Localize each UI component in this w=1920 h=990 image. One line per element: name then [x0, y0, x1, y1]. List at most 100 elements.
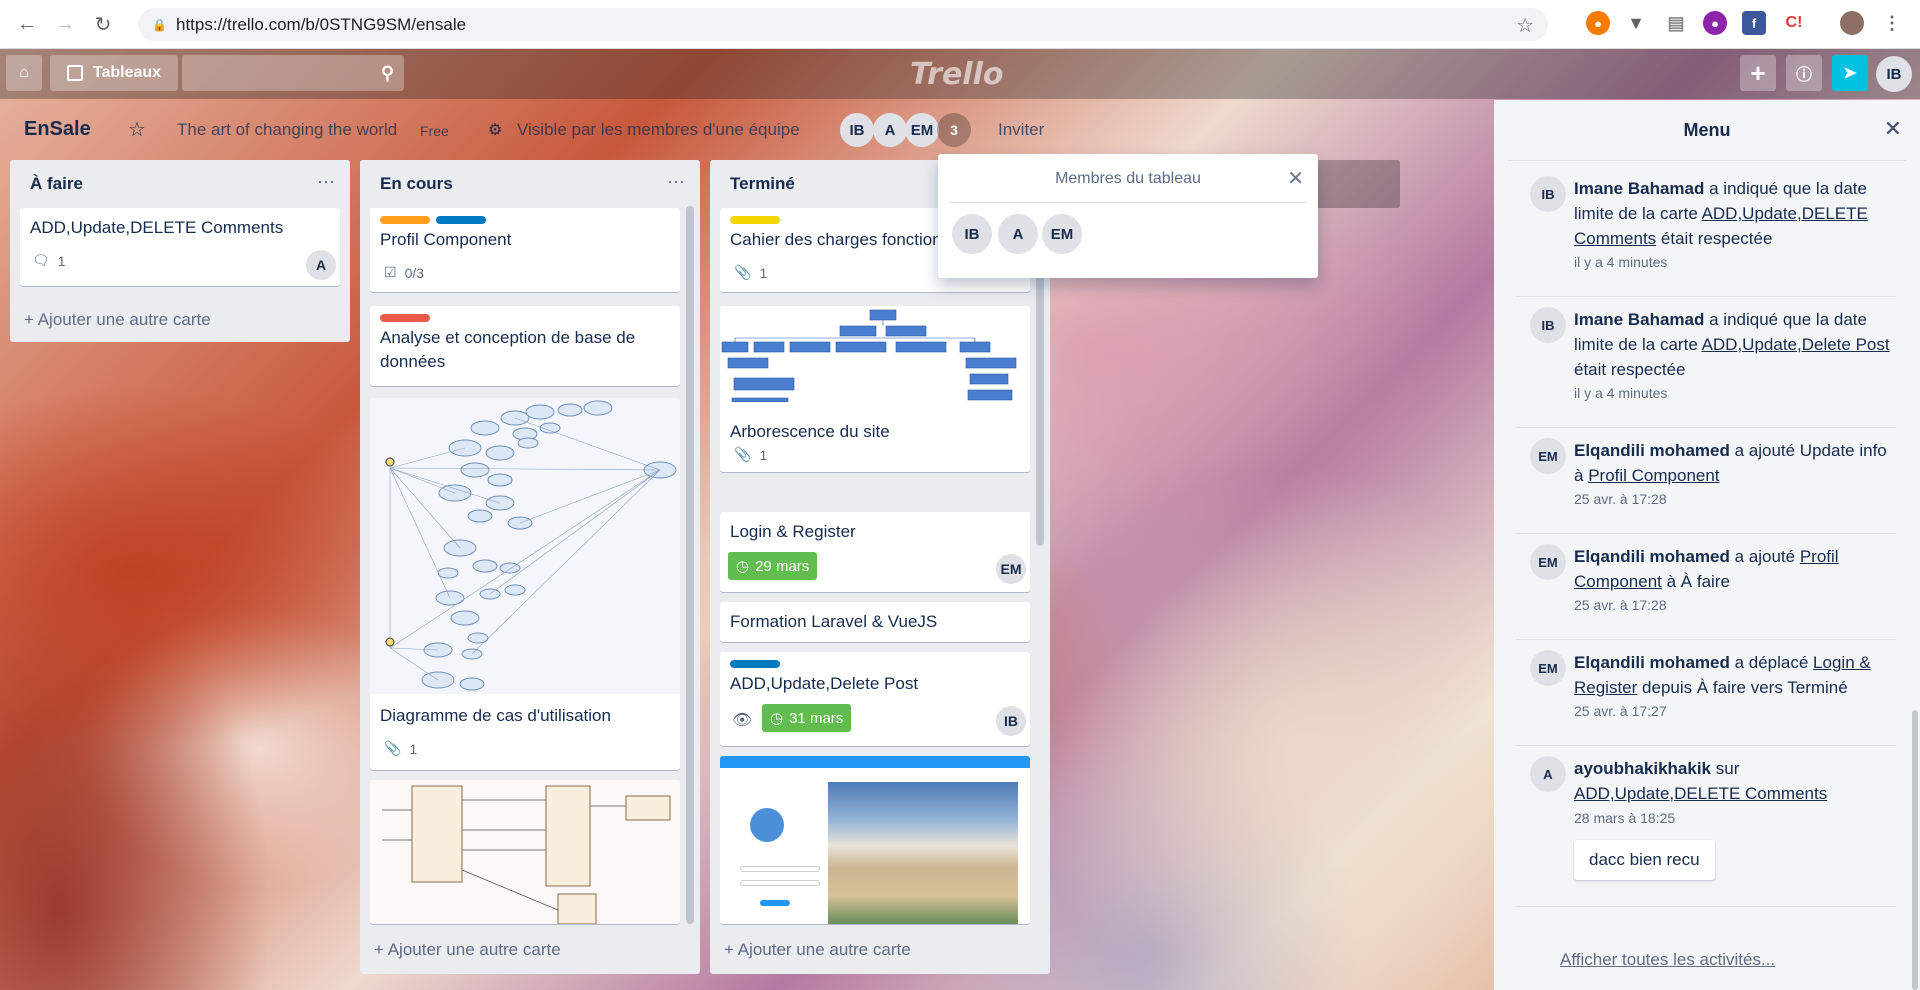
forward-icon[interactable]: → [50, 9, 80, 39]
card-cover-image [370, 398, 680, 694]
activity-action: a ajouté [1729, 547, 1800, 566]
board-title[interactable]: EnSale [24, 118, 91, 141]
card-title: Login & Register [730, 522, 856, 541]
close-menu-icon[interactable]: ✕ [1884, 116, 1902, 142]
ext-avatar-icon[interactable] [1840, 11, 1864, 35]
popover-divider [950, 202, 1306, 203]
card-title: ADD,Update,Delete Post [730, 674, 919, 693]
list-menu-icon[interactable]: ⋯ [317, 172, 336, 193]
activity-time[interactable]: il y a 4 minutes [1574, 254, 1667, 270]
ext-vpn-icon[interactable]: ▼ [1624, 11, 1648, 35]
ext-purple-icon[interactable]: ● [1703, 11, 1727, 35]
back-icon[interactable]: ← [12, 9, 42, 39]
card-title: Cahier des charges fonctionnel [730, 230, 965, 249]
attachments-count: 1 [759, 446, 768, 463]
card-title: Formation Laravel & VueJS [730, 612, 938, 631]
header-search-input[interactable]: ⚲ [182, 55, 404, 91]
member-avatar-ib[interactable]: IB [840, 113, 874, 147]
more-members-count[interactable]: 3 [937, 113, 971, 147]
popover-member-ib[interactable]: IB [952, 214, 992, 254]
activity-avatar[interactable]: IB [1530, 176, 1566, 212]
card[interactable]: Diagramme de cas d'utilisation 📎 1 [370, 398, 680, 770]
comments-count: 1 [57, 252, 66, 269]
checklist-badge: ☑ 0/3 [384, 264, 424, 281]
activity-card-link[interactable]: Profil Component [1588, 466, 1719, 485]
user-avatar[interactable]: IB [1876, 56, 1912, 92]
card[interactable]: Profil Component ☑ 0/3 [370, 208, 680, 292]
notifications-button[interactable]: ➤ [1832, 55, 1868, 91]
popover-member-a[interactable]: A [998, 214, 1038, 254]
activity-time[interactable]: 25 avr. à 17:27 [1574, 703, 1667, 719]
star-board-icon[interactable]: ☆ [128, 117, 146, 142]
url-text: https://trello.com/b/0STNG9SM/ensale [176, 14, 467, 34]
card-member-avatar[interactable]: EM [996, 554, 1026, 584]
card[interactable]: Analyse et conception de base de données [370, 306, 680, 386]
visibility-label[interactable]: Visible par les membres d'une équipe [517, 120, 800, 140]
activity-user[interactable]: ayoubhakikhakik [1574, 759, 1711, 778]
activity-avatar[interactable]: EM [1530, 438, 1566, 474]
bookmark-star-icon[interactable]: ☆ [1516, 13, 1534, 38]
popover-member-em[interactable]: EM [1042, 214, 1082, 254]
card[interactable]: Formation Laravel & VueJS [720, 602, 1030, 642]
card-title: Analyse et conception de base de données [380, 328, 636, 371]
activity-card-link[interactable]: ADD,Update,Delete Post [1702, 335, 1890, 354]
invite-button[interactable]: Inviter [998, 120, 1044, 140]
team-name[interactable]: The art of changing the world [177, 120, 397, 140]
show-all-activity-link[interactable]: Afficher toutes les activités... [1560, 950, 1775, 970]
add-card-button[interactable]: + Ajouter une autre carte [24, 310, 211, 330]
activity-separator [1516, 427, 1896, 428]
activity-time[interactable]: 25 avr. à 17:28 [1574, 597, 1667, 613]
list-title[interactable]: Terminé [730, 174, 795, 194]
card-title: Profil Component [380, 230, 512, 249]
list-title[interactable]: En cours [380, 174, 453, 194]
ext-red-icon[interactable]: C! [1782, 11, 1806, 35]
activity-time[interactable]: 25 avr. à 17:28 [1574, 491, 1667, 507]
activity-action-end: à À faire [1661, 572, 1730, 591]
mock-button [760, 900, 790, 906]
boards-button[interactable]: Tableaux [50, 55, 178, 91]
search-icon: ⚲ [380, 62, 394, 83]
card[interactable]: ADD,Update,DELETE Comments 🗨 1 A [20, 208, 340, 286]
activity-item: EM Elqandili mohamed a ajouté Update inf… [1516, 438, 1896, 528]
card[interactable]: ADD,Update,Delete Post 👁 ◷ 31 mars IB [720, 652, 1030, 746]
create-button[interactable]: + [1740, 55, 1776, 91]
activity-avatar[interactable]: EM [1530, 650, 1566, 686]
activity-avatar[interactable]: A [1530, 756, 1566, 792]
address-bar[interactable]: 🔒 https://trello.com/b/0STNG9SM/ensale ☆ [138, 8, 1548, 41]
activity-avatar[interactable]: EM [1530, 544, 1566, 580]
card[interactable] [720, 756, 1030, 924]
list-menu-icon[interactable]: ⋯ [667, 172, 686, 193]
activity-user[interactable]: Imane Bahamad [1574, 179, 1704, 198]
menu-scrollbar[interactable] [1912, 710, 1918, 990]
activity-user[interactable]: Elqandili mohamed [1574, 653, 1730, 672]
list-scrollbar[interactable] [686, 206, 694, 924]
info-button[interactable]: ⓘ [1786, 55, 1822, 91]
activity-card-link[interactable]: ADD,Update,DELETE Comments [1574, 784, 1827, 803]
activity-time[interactable]: 28 mars à 18:25 [1574, 810, 1675, 826]
activity-time[interactable]: il y a 4 minutes [1574, 385, 1667, 401]
due-date-text: 31 mars [789, 709, 844, 727]
activity-user[interactable]: Imane Bahamad [1574, 310, 1704, 329]
activity-user[interactable]: Elqandili mohamed [1574, 547, 1730, 566]
reload-icon[interactable]: ↻ [88, 9, 118, 39]
ext-gray-icon[interactable]: ▤ [1664, 11, 1688, 35]
ext-facebook-icon[interactable]: f [1742, 11, 1766, 35]
browser-menu-icon[interactable]: ⋮ [1880, 11, 1904, 35]
add-card-button[interactable]: + Ajouter une autre carte [374, 940, 561, 960]
card-member-avatar[interactable]: IB [996, 706, 1026, 736]
add-card-button[interactable]: + Ajouter une autre carte [724, 940, 911, 960]
home-button[interactable]: ⌂ [6, 55, 42, 91]
card-member-avatar[interactable]: A [306, 250, 336, 280]
card[interactable]: Login & Register ◷ 29 mars EM [720, 512, 1030, 592]
card[interactable] [370, 780, 680, 924]
member-avatar-a[interactable]: A [873, 113, 907, 147]
ext-orange-icon[interactable]: ● [1586, 11, 1610, 35]
activity-user[interactable]: Elqandili mohamed [1574, 441, 1730, 460]
activity-action: sur [1711, 759, 1740, 778]
activity-avatar[interactable]: IB [1530, 307, 1566, 343]
card-cover-image [720, 756, 1030, 924]
card[interactable]: Arborescence du site 📎 1 [720, 306, 1030, 472]
list-title[interactable]: À faire [30, 174, 83, 194]
close-icon[interactable]: ✕ [1287, 166, 1304, 191]
member-avatar-em[interactable]: EM [905, 113, 939, 147]
